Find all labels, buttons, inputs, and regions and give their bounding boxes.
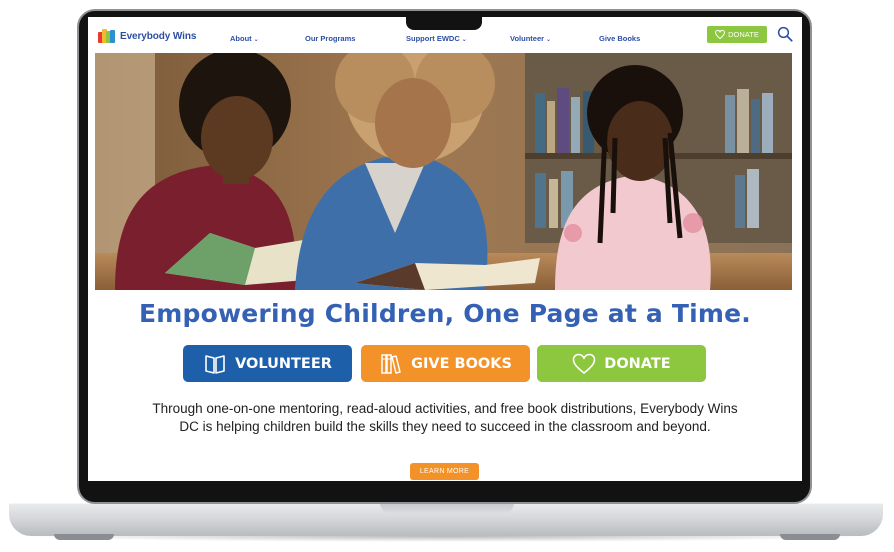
- learn-more-button[interactable]: LEARN MORE: [410, 463, 479, 480]
- donate-button[interactable]: DONATE: [537, 345, 706, 382]
- nav-give-books[interactable]: Give Books: [599, 34, 640, 43]
- mission-paragraph: Through one-on-one mentoring, read-aloud…: [152, 401, 738, 434]
- heart-icon: [715, 30, 726, 39]
- laptop-foot-right: [780, 534, 840, 540]
- logo-text: Everybody Wins: [120, 30, 197, 42]
- header-donate-label: DONATE: [728, 30, 759, 39]
- site-logo[interactable]: Everybody Wins: [98, 29, 196, 43]
- chevron-down-icon: ⌄: [546, 37, 552, 43]
- chevron-down-icon: ⌄: [461, 37, 467, 43]
- children-reading-photo: [95, 53, 792, 290]
- logo-books-icon: [98, 29, 116, 43]
- heart-icon: [572, 353, 596, 374]
- donate-button-label: DONATE: [604, 355, 671, 372]
- give-books-button-label: GIVE BOOKS: [411, 355, 512, 372]
- nav-give-books-label: Give Books: [599, 34, 641, 43]
- nav-support-ewdc-label: Support EWDC: [406, 34, 460, 43]
- camera-notch: [406, 17, 482, 30]
- nav-about[interactable]: About ⌄: [230, 34, 259, 43]
- nav-our-programs[interactable]: Our Programs: [305, 34, 355, 43]
- learn-more-label: LEARN MORE: [419, 468, 470, 475]
- header-donate-button[interactable]: DONATE: [707, 26, 767, 43]
- browser-screen: Everybody Wins About ⌄ Our Programs Suppo…: [88, 17, 802, 481]
- give-books-button[interactable]: GIVE BOOKS: [361, 345, 530, 382]
- chevron-down-icon: ⌄: [253, 37, 259, 43]
- hero-image: [95, 53, 792, 290]
- open-book-icon: [205, 354, 225, 374]
- volunteer-button-label: VOLUNTEER: [235, 355, 332, 372]
- nav-support-ewdc[interactable]: Support EWDC ⌄: [406, 34, 467, 43]
- laptop-foot-left: [54, 534, 114, 540]
- hero-headline: Empowering Children, One Page at a Time.: [138, 299, 752, 328]
- laptop-base-lip: [380, 503, 514, 513]
- nav-volunteer-label: Volunteer: [510, 34, 545, 43]
- nav-volunteer[interactable]: Volunteer ⌄: [510, 34, 551, 43]
- volunteer-button[interactable]: VOLUNTEER: [183, 345, 352, 382]
- nav-our-programs-label: Our Programs: [305, 34, 356, 43]
- books-icon: [381, 353, 401, 374]
- nav-about-label: About: [230, 34, 252, 43]
- laptop-frame: Everybody Wins About ⌄ Our Programs Suppo…: [0, 0, 894, 552]
- search-icon[interactable]: [776, 25, 794, 43]
